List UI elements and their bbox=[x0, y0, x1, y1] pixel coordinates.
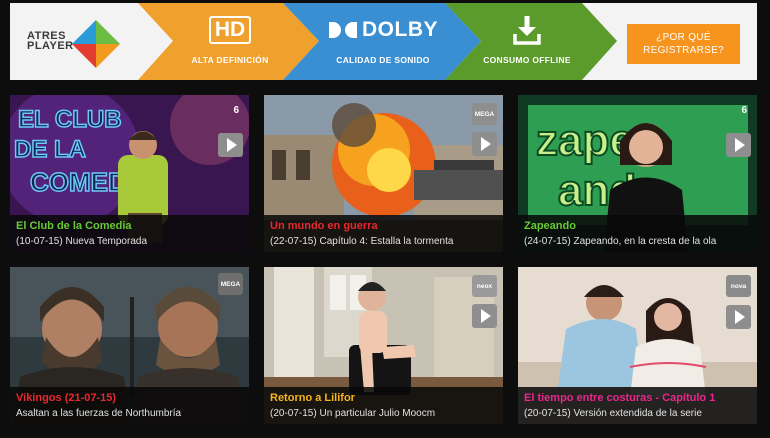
feature-dolby: DOLBY CALIDAD DE SONIDO bbox=[318, 13, 448, 65]
tile-title: Un mundo en guerra bbox=[270, 220, 378, 232]
why-register-button[interactable]: ¿POR QUÉ REGISTRARSE? bbox=[627, 24, 740, 64]
feature-offline-label: CONSUMO OFFLINE bbox=[483, 55, 571, 65]
svg-text:EL CLUB: EL CLUB bbox=[18, 106, 122, 133]
play-icon[interactable] bbox=[726, 133, 751, 157]
mega-channel-badge: MEGA bbox=[218, 273, 243, 295]
lasexta-channel-icon: 6 bbox=[741, 105, 747, 116]
download-icon bbox=[513, 16, 541, 45]
play-icon[interactable] bbox=[472, 132, 497, 156]
tile-title: Zapeando bbox=[524, 220, 576, 232]
lasexta-channel-icon: 6 bbox=[233, 105, 239, 116]
play-icon[interactable] bbox=[218, 133, 243, 157]
video-tile-vikingos[interactable]: MEGA Vikingos (21-07-15) Asaltan a las f… bbox=[10, 267, 249, 424]
svg-text:DE LA: DE LA bbox=[14, 136, 86, 163]
tile-caption: El tiempo entre costuras - Capítulo 1 (2… bbox=[518, 387, 757, 424]
cta-line1: ¿POR QUÉ bbox=[656, 32, 711, 43]
video-tile-zapeando[interactable]: zape ando 6 Zapeando (24-07-15) Zapeando… bbox=[518, 95, 757, 252]
feature-offline: CONSUMO OFFLINE bbox=[472, 13, 582, 65]
dolby-icon: DOLBY bbox=[328, 18, 438, 42]
tile-caption: Vikingos (21-07-15) Asaltan a las fuerza… bbox=[10, 387, 249, 424]
video-tile-mundo-guerra[interactable]: MEGA Un mundo en guerra (22-07-15) Capít… bbox=[264, 95, 503, 252]
tile-title: El Club de la Comedia bbox=[16, 220, 132, 232]
tile-subtitle: (20-07-15) Un particular Julio Moocm bbox=[270, 408, 436, 419]
tile-caption: Retorno a Lilifor (20-07-15) Un particul… bbox=[264, 387, 503, 424]
video-tile-club-comedia[interactable]: EL CLUB DE LA COMEDIA 6 El Club de la Co… bbox=[10, 95, 249, 252]
mega-channel-badge: MEGA bbox=[472, 103, 497, 125]
video-tile-tiempo-costuras[interactable]: nova El tiempo entre costuras - Capítulo… bbox=[518, 267, 757, 424]
registration-banner[interactable]: ATRES PLAYER HD ALTA DEFINICIÓN DOLBY CA… bbox=[10, 3, 757, 80]
hd-icon: HD bbox=[208, 16, 252, 44]
play-icon[interactable] bbox=[726, 305, 751, 329]
logo-line2: PLAYER bbox=[27, 40, 74, 52]
feature-hd-label: ALTA DEFINICIÓN bbox=[191, 55, 269, 65]
tile-title: Vikingos (21-07-15) bbox=[16, 392, 117, 404]
tile-caption: Un mundo en guerra (22-07-15) Capítulo 4… bbox=[264, 215, 503, 252]
cta-line2: REGISTRARSE? bbox=[643, 45, 724, 56]
video-tile-lilifor[interactable]: neox Retorno a Lilifor (20-07-15) Un par… bbox=[264, 267, 503, 424]
atresplayer-logo-text: ATRES PLAYER bbox=[27, 31, 74, 52]
play-icon[interactable] bbox=[472, 304, 497, 328]
neox-channel-badge: neox bbox=[472, 275, 497, 297]
svg-text:zape: zape bbox=[536, 116, 634, 165]
atresplayer-logo-icon bbox=[72, 20, 120, 68]
nova-channel-badge: nova bbox=[726, 275, 751, 297]
tile-caption: Zapeando (24-07-15) Zapeando, en la cres… bbox=[518, 215, 757, 252]
tile-title: El tiempo entre costuras - Capítulo 1 bbox=[524, 392, 716, 404]
dolby-icon-text: DOLBY bbox=[362, 18, 438, 41]
tile-subtitle: Asaltan a las fuerzas de Northumbría bbox=[16, 408, 182, 419]
tile-subtitle: (24-07-15) Zapeando, en la cresta de la … bbox=[524, 236, 717, 247]
tile-subtitle: (22-07-15) Capítulo 4: Estalla la tormen… bbox=[270, 236, 454, 247]
tile-subtitle: (20-07-15) Versión extendida de la serie bbox=[524, 408, 702, 419]
feature-dolby-label: CALIDAD DE SONIDO bbox=[336, 55, 430, 65]
tile-title: Retorno a Lilifor bbox=[270, 392, 355, 404]
feature-hd: HD ALTA DEFINICIÓN bbox=[175, 13, 285, 65]
tile-caption: El Club de la Comedia (10-07-15) Nueva T… bbox=[10, 215, 249, 252]
tile-subtitle: (10-07-15) Nueva Temporada bbox=[16, 236, 148, 247]
